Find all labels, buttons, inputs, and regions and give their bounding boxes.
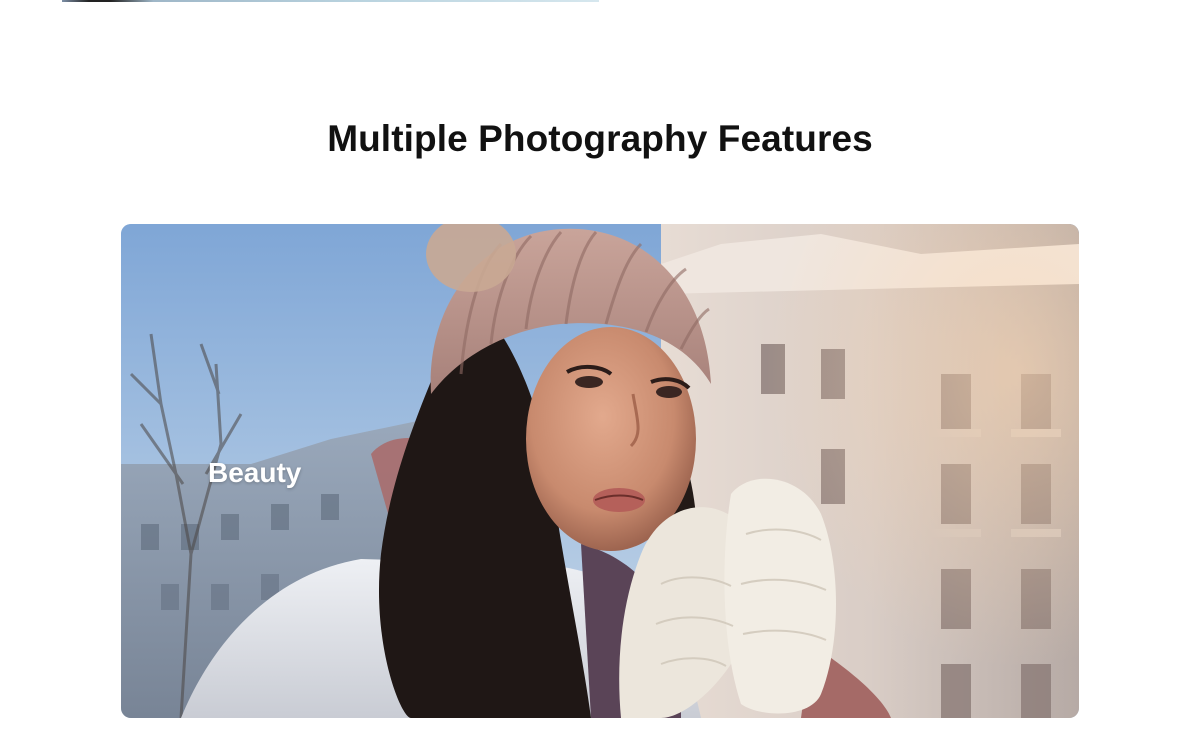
section-title: Multiple Photography Features [327, 118, 873, 159]
feature-label: Beauty [208, 457, 302, 488]
feature-card-beauty[interactable]: Beauty [121, 224, 1079, 718]
previous-image-edge [62, 0, 599, 2]
